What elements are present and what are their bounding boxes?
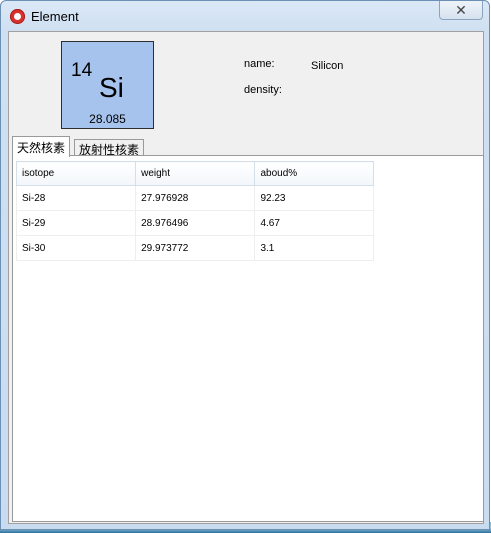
isotope-table: isotope weight aboud% Si-28 27.976928 92… (15, 161, 374, 261)
density-label: density: (244, 84, 282, 96)
isotope-cell: Si-30 (15, 235, 137, 261)
atomic-weight: 28.085 (89, 112, 126, 126)
table-header-row: isotope weight aboud% (15, 161, 374, 186)
element-symbol: Si (99, 72, 124, 103)
abundance-cell: 92.23 (254, 185, 374, 211)
abundance-cell: 4.67 (254, 210, 374, 236)
table-row[interactable]: Si-29 28.976496 4.67 (15, 210, 374, 236)
close-button[interactable]: ✕ (439, 1, 483, 20)
weight-cell: 29.973772 (135, 235, 256, 261)
isotope-cell: Si-29 (15, 210, 137, 236)
table-row[interactable]: Si-28 27.976928 92.23 (15, 185, 374, 211)
column-header-weight[interactable]: weight (135, 161, 256, 186)
name-label: name: (244, 58, 275, 70)
column-header-isotope[interactable]: isotope (15, 161, 137, 186)
atomic-number: 14 (71, 60, 93, 81)
abundance-cell: 3.1 (254, 235, 374, 261)
tab-panel: isotope weight aboud% Si-28 27.976928 92… (12, 155, 484, 522)
weight-cell: 28.976496 (135, 210, 256, 236)
tab-radioactive-nuclides[interactable]: 放射性核素 (74, 139, 145, 157)
element-window: Element ✕ 14 Si 28.085 name: Silicon den… (0, 0, 490, 530)
name-value: Silicon (311, 60, 344, 72)
column-header-abundance[interactable]: aboud% (254, 161, 374, 186)
isotope-cell: Si-28 (15, 185, 137, 211)
title-bar[interactable]: Element ✕ (1, 1, 489, 31)
table-row[interactable]: Si-30 29.973772 3.1 (15, 235, 374, 261)
app-icon (10, 9, 25, 24)
weight-cell: 27.976928 (135, 185, 256, 211)
close-icon: ✕ (455, 2, 467, 18)
element-card: 14 Si 28.085 (61, 41, 154, 129)
window-title: Element (31, 9, 79, 24)
client-area: 14 Si 28.085 name: Silicon density: 天然核素… (8, 31, 484, 524)
tab-natural-nuclides[interactable]: 天然核素 (12, 136, 71, 157)
